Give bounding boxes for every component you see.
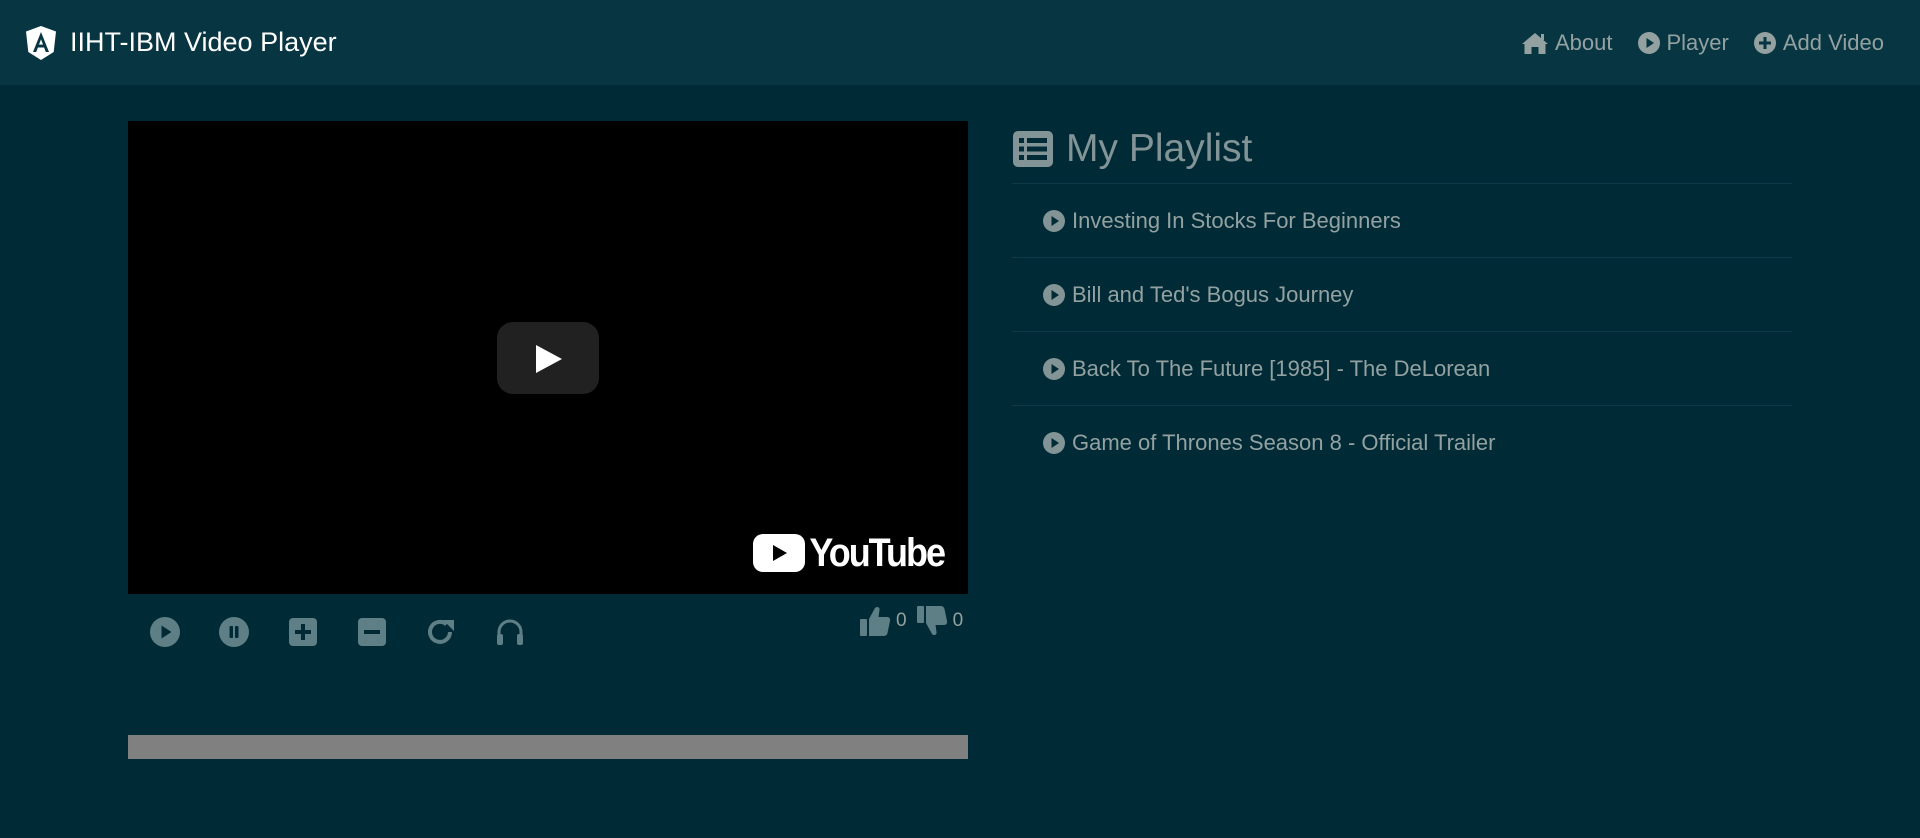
nav-links: About Player Add Video	[1521, 30, 1896, 56]
play-control-button[interactable]	[148, 615, 182, 649]
brand[interactable]: IIHT-IBM Video Player	[24, 25, 337, 61]
volume-down-button[interactable]	[355, 615, 389, 649]
progress-bar[interactable]	[128, 735, 968, 759]
video-player[interactable]: YouTube	[128, 121, 968, 594]
dislike-count: 0	[952, 610, 964, 631]
playlist-item[interactable]: Bill and Ted's Bogus Journey	[1012, 258, 1792, 332]
playlist-item-title: Investing In Stocks For Beginners	[1072, 207, 1401, 233]
headphones-icon	[497, 619, 523, 645]
play-circle-icon	[1043, 209, 1065, 232]
minus-square-icon	[358, 618, 386, 646]
redo-icon	[428, 619, 454, 644]
nav-about-label: About	[1555, 29, 1613, 55]
pause-circle-icon	[219, 617, 249, 647]
play-circle-icon	[1043, 357, 1065, 380]
list-icon	[1013, 130, 1053, 167]
pause-control-button[interactable]	[217, 615, 251, 649]
playlist-item-title: Bill and Ted's Bogus Journey	[1072, 281, 1354, 307]
playlist-item[interactable]: Game of Thrones Season 8 - Official Trai…	[1012, 406, 1792, 480]
thumbs-up-icon	[860, 606, 891, 636]
play-icon	[536, 345, 562, 373]
brand-title: IIHT-IBM Video Player	[70, 27, 337, 57]
playlist-item[interactable]: Investing In Stocks For Beginners	[1012, 184, 1792, 258]
playlist-list: Investing In Stocks For Beginners Bill a…	[1012, 184, 1792, 480]
reload-button[interactable]	[424, 615, 458, 649]
youtube-logo-icon	[753, 534, 806, 572]
playlist-item-title: Back To The Future [1985] - The DeLorean	[1072, 355, 1491, 381]
youtube-logo[interactable]: YouTube	[753, 529, 946, 575]
nav-add-video-link[interactable]: Add Video	[1753, 30, 1884, 56]
youtube-wordmark: YouTube	[809, 529, 946, 575]
nav-player-link[interactable]: Player	[1637, 30, 1729, 56]
volume-up-button[interactable]	[286, 615, 320, 649]
dislike-button[interactable]: 0	[915, 604, 964, 638]
nav-add-video-label: Add Video	[1782, 29, 1884, 55]
player-controls	[148, 615, 562, 649]
play-circle-icon	[1043, 283, 1065, 306]
playlist-item-title: Game of Thrones Season 8 - Official Trai…	[1072, 430, 1496, 455]
play-circle-icon	[1637, 31, 1660, 54]
nav-player-label: Player	[1666, 29, 1729, 55]
angular-logo-icon	[26, 25, 56, 60]
play-circle-icon	[150, 617, 180, 647]
plus-square-icon	[289, 618, 317, 646]
playlist-title: My Playlist	[1066, 126, 1253, 170]
youtube-play-button[interactable]	[497, 322, 599, 394]
home-icon	[1522, 32, 1548, 54]
plus-circle-icon	[1753, 31, 1776, 54]
votes: 0 0	[858, 604, 963, 638]
mute-button[interactable]	[493, 615, 527, 649]
play-circle-icon	[1043, 432, 1065, 454]
thumbs-down-icon	[916, 606, 947, 636]
like-count: 0	[896, 610, 907, 631]
navbar: IIHT-IBM Video Player About Player Add V…	[0, 0, 1920, 85]
playlist-item[interactable]: Back To The Future [1985] - The DeLorean	[1012, 332, 1792, 406]
playlist-heading: My Playlist	[1012, 120, 1792, 184]
like-button[interactable]: 0	[858, 604, 907, 638]
nav-about-link[interactable]: About	[1521, 30, 1613, 56]
playlist-panel: My Playlist Investing In Stocks For Begi…	[1012, 120, 1792, 480]
